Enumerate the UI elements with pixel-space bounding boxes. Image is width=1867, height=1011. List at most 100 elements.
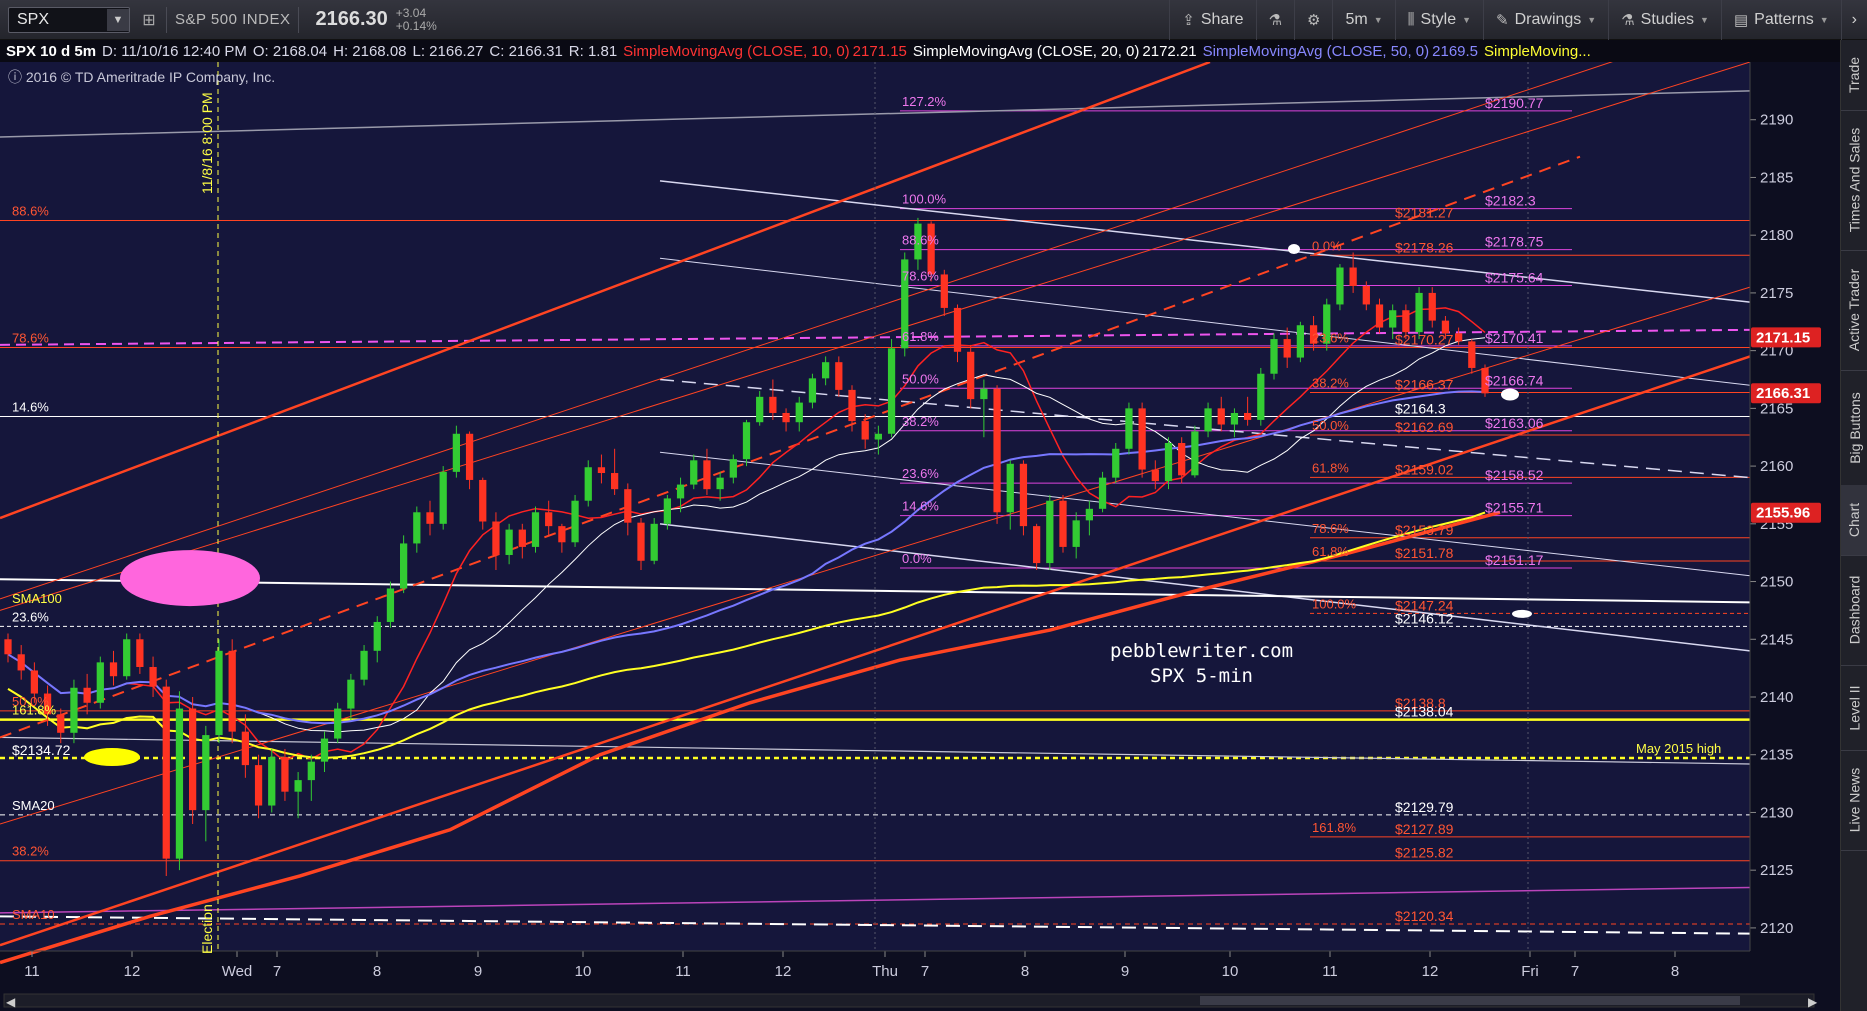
tab-active-trader[interactable]: Active Trader [1841,250,1867,371]
candle-body [756,396,764,423]
level-percent-label: SMA20 [12,798,55,813]
x-tick-label: 11 [675,963,691,980]
candle-body [782,412,790,423]
candle-body [1454,333,1463,342]
candle-body [413,512,421,544]
candle-body [861,421,869,440]
scrollbar-thumb[interactable] [1200,996,1740,1005]
candle-body [1085,508,1094,521]
scroll-right-icon[interactable]: ▶ [1808,995,1818,1009]
candle-body [1032,526,1041,564]
caret-down-icon: ▼ [1587,14,1597,25]
level-price-label: $2138.04 [1395,704,1454,720]
candle-body [1217,408,1225,425]
candle-body [505,529,513,555]
x-tick-label: 9 [474,963,482,980]
level-percent-label: 14.6% [902,499,939,514]
level-price-label: $2164.3 [1395,400,1446,416]
tab-chart[interactable]: Chart [1841,485,1867,556]
candle-body [202,735,210,811]
level-price-label: $2178.26 [1395,239,1454,255]
candle-body [373,621,381,651]
level-percent-label: 50.0% [902,371,939,386]
white-dot-marker [1288,244,1300,255]
level-percent-label: 23.6% [1312,331,1349,346]
link-icon[interactable]: ⊞ [140,10,158,30]
tab-trade[interactable]: Trade [1841,40,1867,111]
level-percent-label: 88.6% [902,233,939,248]
candle-body [465,433,474,480]
more-button[interactable]: › [1840,0,1867,40]
level-price-label: $2158.52 [1485,467,1544,483]
level-price-label: $2146.12 [1395,610,1454,626]
style-label: Style [1420,10,1457,28]
candle-body [188,708,197,811]
candle-body [821,362,830,379]
level-percent-label: 61.8% [902,329,939,344]
study-info-bar: SPX 10 d 5m D: 11/10/16 12:40 PM O: 2168… [0,40,1840,63]
drawings-button[interactable]: ✎ Drawings ▼ [1483,0,1608,40]
flask-button[interactable]: ⚗ [1255,0,1294,40]
info-icon[interactable]: ⓘ [8,69,22,85]
caret-down-icon: ▼ [1700,14,1709,25]
candle-body [716,477,724,490]
level-price-label: $2170.41 [1485,330,1544,346]
candle-body [1389,310,1397,328]
candle-body [281,757,289,792]
candle-body [650,523,658,561]
tab-level-ii[interactable]: Level II [1841,665,1867,751]
election-timestamp: 11/8/16 8:00 PM [199,92,215,194]
level-price-label: $2129.79 [1395,799,1454,815]
study-sma100-label[interactable]: SimpleMoving... [1484,43,1591,60]
settings-button[interactable]: ⚙ [1294,0,1332,40]
white-dot-marker [1512,609,1532,618]
watermark-site: pebblewriter.com [1110,640,1293,662]
level-percent-label: 23.6% [902,466,939,481]
candle-body [175,708,184,859]
level-percent-label: 14.6% [12,399,49,414]
candle-body [1059,500,1067,547]
timeframe-button[interactable]: 5m ▼ [1332,0,1394,40]
x-tick-label: 10 [1222,963,1239,980]
candle-body [426,512,434,524]
candle-body [1046,500,1054,564]
tab-times-and-sales[interactable]: Times And Sales [1841,110,1867,251]
timeframe-label: 5m [1345,10,1368,28]
flask-icon: ⚗ [1621,11,1635,29]
study-sma50-label[interactable]: SimpleMovingAvg (CLOSE, 50, 0) [1203,43,1430,60]
toolbar-actions: ⇪ Share ⚗ ⚙ 5m ▼ ⫼ Style ▼ ✎ Drawings ▼ … [1169,0,1867,40]
copyright-label: 2016 © TD Ameritrade IP Company, Inc. [25,69,276,85]
level-price-label: $2170.27 [1395,332,1454,348]
level-percent-label: 127.2% [902,94,947,109]
x-tick-label: 7 [273,963,281,980]
yellow-ellipse-marker [84,748,140,767]
chevron-down-icon[interactable]: ▼ [107,8,129,31]
level-price-label: $2134.72 [12,742,71,758]
candle-body [848,389,856,422]
level-price-label: $2175.64 [1485,270,1544,286]
candle-body [479,479,487,522]
x-tick-label: 10 [575,963,592,980]
x-tick-label: 7 [1571,963,1579,980]
study-sma20-label[interactable]: SimpleMovingAvg (CLOSE, 20, 0) [913,43,1140,60]
tab-live-news[interactable]: Live News [1841,750,1867,851]
candle-body [1125,408,1133,449]
candle-body [624,489,632,523]
share-button[interactable]: ⇪ Share [1169,0,1255,40]
study-sma10-label[interactable]: SimpleMovingAvg (CLOSE, 10, 0) [623,43,850,60]
candle-body [518,529,526,547]
price-chart[interactable]: $2190.77127.2%$2182.3100.0%$2181.2788.6%… [0,62,1840,1011]
style-button[interactable]: ⫼ Style ▼ [1394,0,1483,40]
price-badge-label: 2171.15 [1756,329,1810,346]
candle-body [228,650,236,732]
symbol-selector[interactable]: SPX ▼ [8,6,130,33]
tab-big-buttons[interactable]: Big Buttons [1841,370,1867,486]
candle-body [136,639,144,667]
candle-body [1072,520,1080,547]
studies-button[interactable]: ⚗ Studies ▼ [1608,0,1721,40]
scroll-left-icon[interactable]: ◀ [6,995,16,1009]
level-price-label: $2125.82 [1395,845,1454,861]
patterns-button[interactable]: ▤ Patterns ▼ [1720,0,1841,40]
tab-dashboard[interactable]: Dashboard [1841,555,1867,666]
level-price-label: $2120.34 [1395,908,1454,924]
